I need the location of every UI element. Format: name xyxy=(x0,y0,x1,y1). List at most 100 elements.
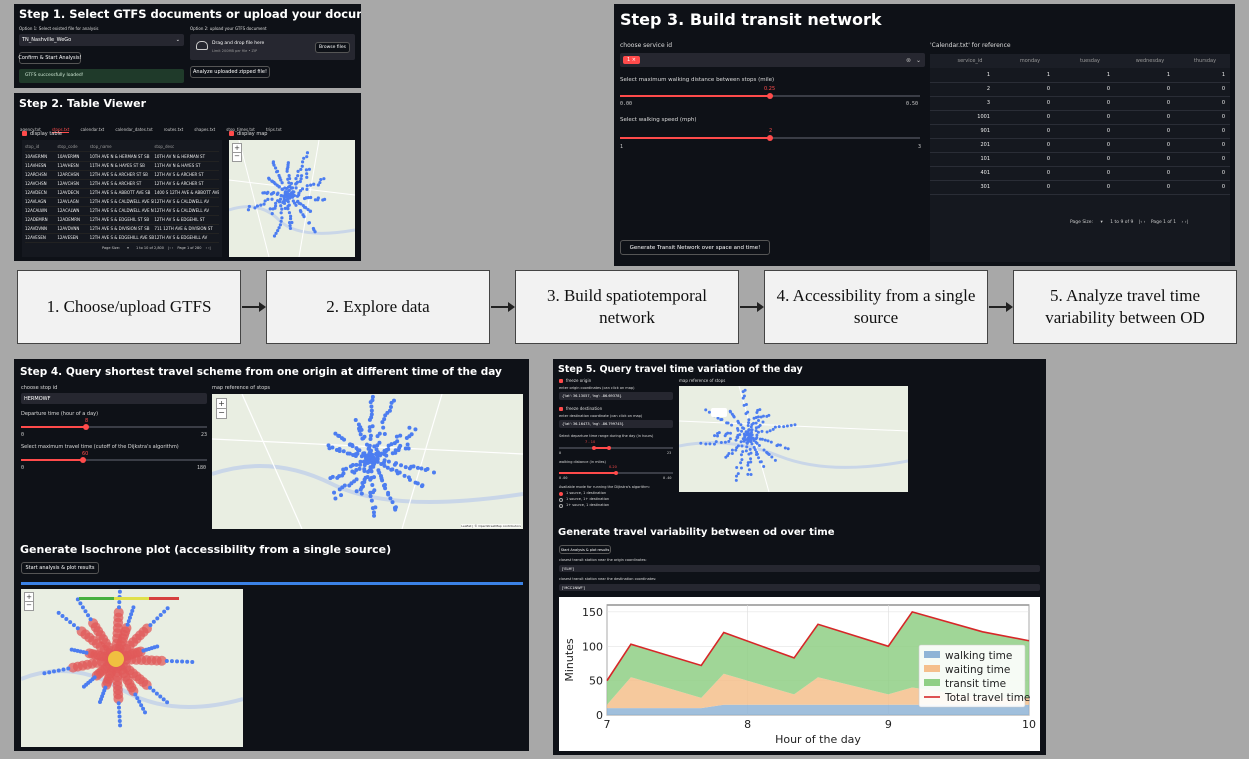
stop-marker[interactable] xyxy=(263,199,267,203)
column-header[interactable]: stop_desc xyxy=(154,144,219,149)
isochrone-marker[interactable] xyxy=(47,670,52,675)
isochrone-marker[interactable] xyxy=(131,605,136,610)
stop-marker[interactable] xyxy=(419,466,424,471)
stop-marker[interactable] xyxy=(312,182,316,186)
stop-marker[interactable] xyxy=(763,438,767,442)
slider-handle[interactable] xyxy=(767,135,773,141)
stop-marker[interactable] xyxy=(777,425,781,429)
stop-marker[interactable] xyxy=(403,465,408,470)
stop-marker[interactable] xyxy=(719,418,723,422)
stop-marker[interactable] xyxy=(744,449,748,453)
stop-marker[interactable] xyxy=(384,448,389,453)
stop-marker[interactable] xyxy=(279,204,283,208)
stop-marker[interactable] xyxy=(728,409,732,413)
stop-marker[interactable] xyxy=(370,483,375,488)
browse-files-button[interactable]: Browse files xyxy=(315,42,350,53)
isochrone-marker[interactable] xyxy=(71,623,76,628)
stop-marker[interactable] xyxy=(757,443,761,447)
stop-marker[interactable] xyxy=(699,441,703,445)
stop-marker[interactable] xyxy=(361,451,366,456)
stop-marker[interactable] xyxy=(739,461,743,465)
stop-marker[interactable] xyxy=(749,460,753,464)
stop-marker[interactable] xyxy=(736,428,740,432)
stop-marker[interactable] xyxy=(771,427,775,431)
stop-marker[interactable] xyxy=(747,428,751,432)
stop-marker[interactable] xyxy=(322,177,326,181)
max-time-slider[interactable] xyxy=(21,457,207,463)
stop-marker[interactable] xyxy=(366,469,371,474)
file-select[interactable]: TN_Nashville_WeGo ⌄ xyxy=(19,34,184,46)
stop-marker[interactable] xyxy=(341,449,346,454)
stop-marker[interactable] xyxy=(719,441,723,445)
isochrone-marker[interactable] xyxy=(154,691,159,696)
stop-marker[interactable] xyxy=(723,434,727,438)
stop-marker[interactable] xyxy=(766,439,770,443)
slider-handle[interactable] xyxy=(83,424,89,430)
stop-marker[interactable] xyxy=(279,219,283,223)
stop-marker[interactable] xyxy=(755,441,759,445)
stop-marker[interactable] xyxy=(773,425,777,429)
stop-marker[interactable] xyxy=(318,180,322,185)
stop-marker[interactable] xyxy=(266,197,270,201)
page-size-select[interactable]: ▾ xyxy=(127,246,129,250)
stop-marker[interactable] xyxy=(370,424,375,429)
stop-marker[interactable] xyxy=(305,184,309,188)
stop-marker[interactable] xyxy=(727,439,731,443)
stop-marker[interactable] xyxy=(339,493,344,498)
stop-marker[interactable] xyxy=(295,180,300,184)
stop-marker[interactable] xyxy=(415,465,420,470)
isochrone-marker[interactable] xyxy=(161,697,166,702)
stop-marker[interactable] xyxy=(746,461,750,465)
stop-marker[interactable] xyxy=(728,431,732,435)
stop-marker[interactable] xyxy=(762,465,766,469)
pagination-controls[interactable]: |‹ ‹ xyxy=(1139,220,1146,225)
stop-marker[interactable] xyxy=(368,433,373,438)
table-row[interactable]: 1 1 1 1 1 xyxy=(930,68,1230,83)
isochrone-marker[interactable] xyxy=(158,694,163,699)
stop-marker[interactable] xyxy=(309,195,313,200)
stop-marker[interactable] xyxy=(362,434,367,439)
isochrone-marker[interactable] xyxy=(141,706,146,711)
column-header[interactable]: monday xyxy=(1010,58,1050,64)
stop-marker[interactable] xyxy=(387,408,392,413)
isochrone-marker[interactable] xyxy=(126,619,131,624)
stop-marker[interactable] xyxy=(743,388,747,392)
stop-marker[interactable] xyxy=(382,458,387,463)
stop-marker[interactable] xyxy=(716,416,720,420)
stop-marker[interactable] xyxy=(270,179,274,183)
stop-marker[interactable] xyxy=(395,439,400,444)
stop-marker[interactable] xyxy=(406,446,411,451)
stop-marker[interactable] xyxy=(386,459,391,464)
table-row[interactable]: 1001 0 0 0 0 xyxy=(930,110,1230,125)
stop-marker[interactable] xyxy=(704,408,708,412)
step4-map[interactable]: + − Leaflet | © OpenStreetMap contributo… xyxy=(212,394,523,529)
stop-marker[interactable] xyxy=(347,442,352,447)
isochrone-marker[interactable] xyxy=(127,615,132,620)
stop-marker[interactable] xyxy=(334,448,339,453)
stop-marker[interactable] xyxy=(742,426,746,430)
stop-marker[interactable] xyxy=(745,441,749,445)
stop-marker[interactable] xyxy=(357,462,362,467)
column-header[interactable]: wednesday xyxy=(1130,58,1170,64)
stop-marker[interactable] xyxy=(370,506,375,511)
stop-marker[interactable] xyxy=(274,231,278,235)
stop-marker[interactable] xyxy=(740,458,744,462)
table-row[interactable]: 301 0 0 0 0 xyxy=(930,180,1230,195)
zoom-out-button[interactable]: − xyxy=(216,408,227,419)
stop-marker[interactable] xyxy=(296,174,300,178)
stop-marker[interactable] xyxy=(273,182,277,186)
stop-marker[interactable] xyxy=(305,172,309,176)
stop-marker[interactable] xyxy=(761,414,765,418)
destination-input[interactable]: {'lat': 36.16473, 'lng': -86.799745} xyxy=(559,420,673,428)
isochrone-marker[interactable] xyxy=(56,610,61,615)
stop-marker[interactable] xyxy=(299,167,303,172)
stop-marker[interactable] xyxy=(756,415,760,419)
stop-marker[interactable] xyxy=(715,434,719,438)
time-range-slider[interactable] xyxy=(559,445,673,450)
stop-marker[interactable] xyxy=(353,418,358,423)
stop-marker[interactable] xyxy=(793,423,797,427)
stop-marker[interactable] xyxy=(734,478,738,482)
stop-marker[interactable] xyxy=(739,423,743,427)
stop-marker[interactable] xyxy=(300,187,305,191)
stop-marker[interactable] xyxy=(288,217,293,221)
